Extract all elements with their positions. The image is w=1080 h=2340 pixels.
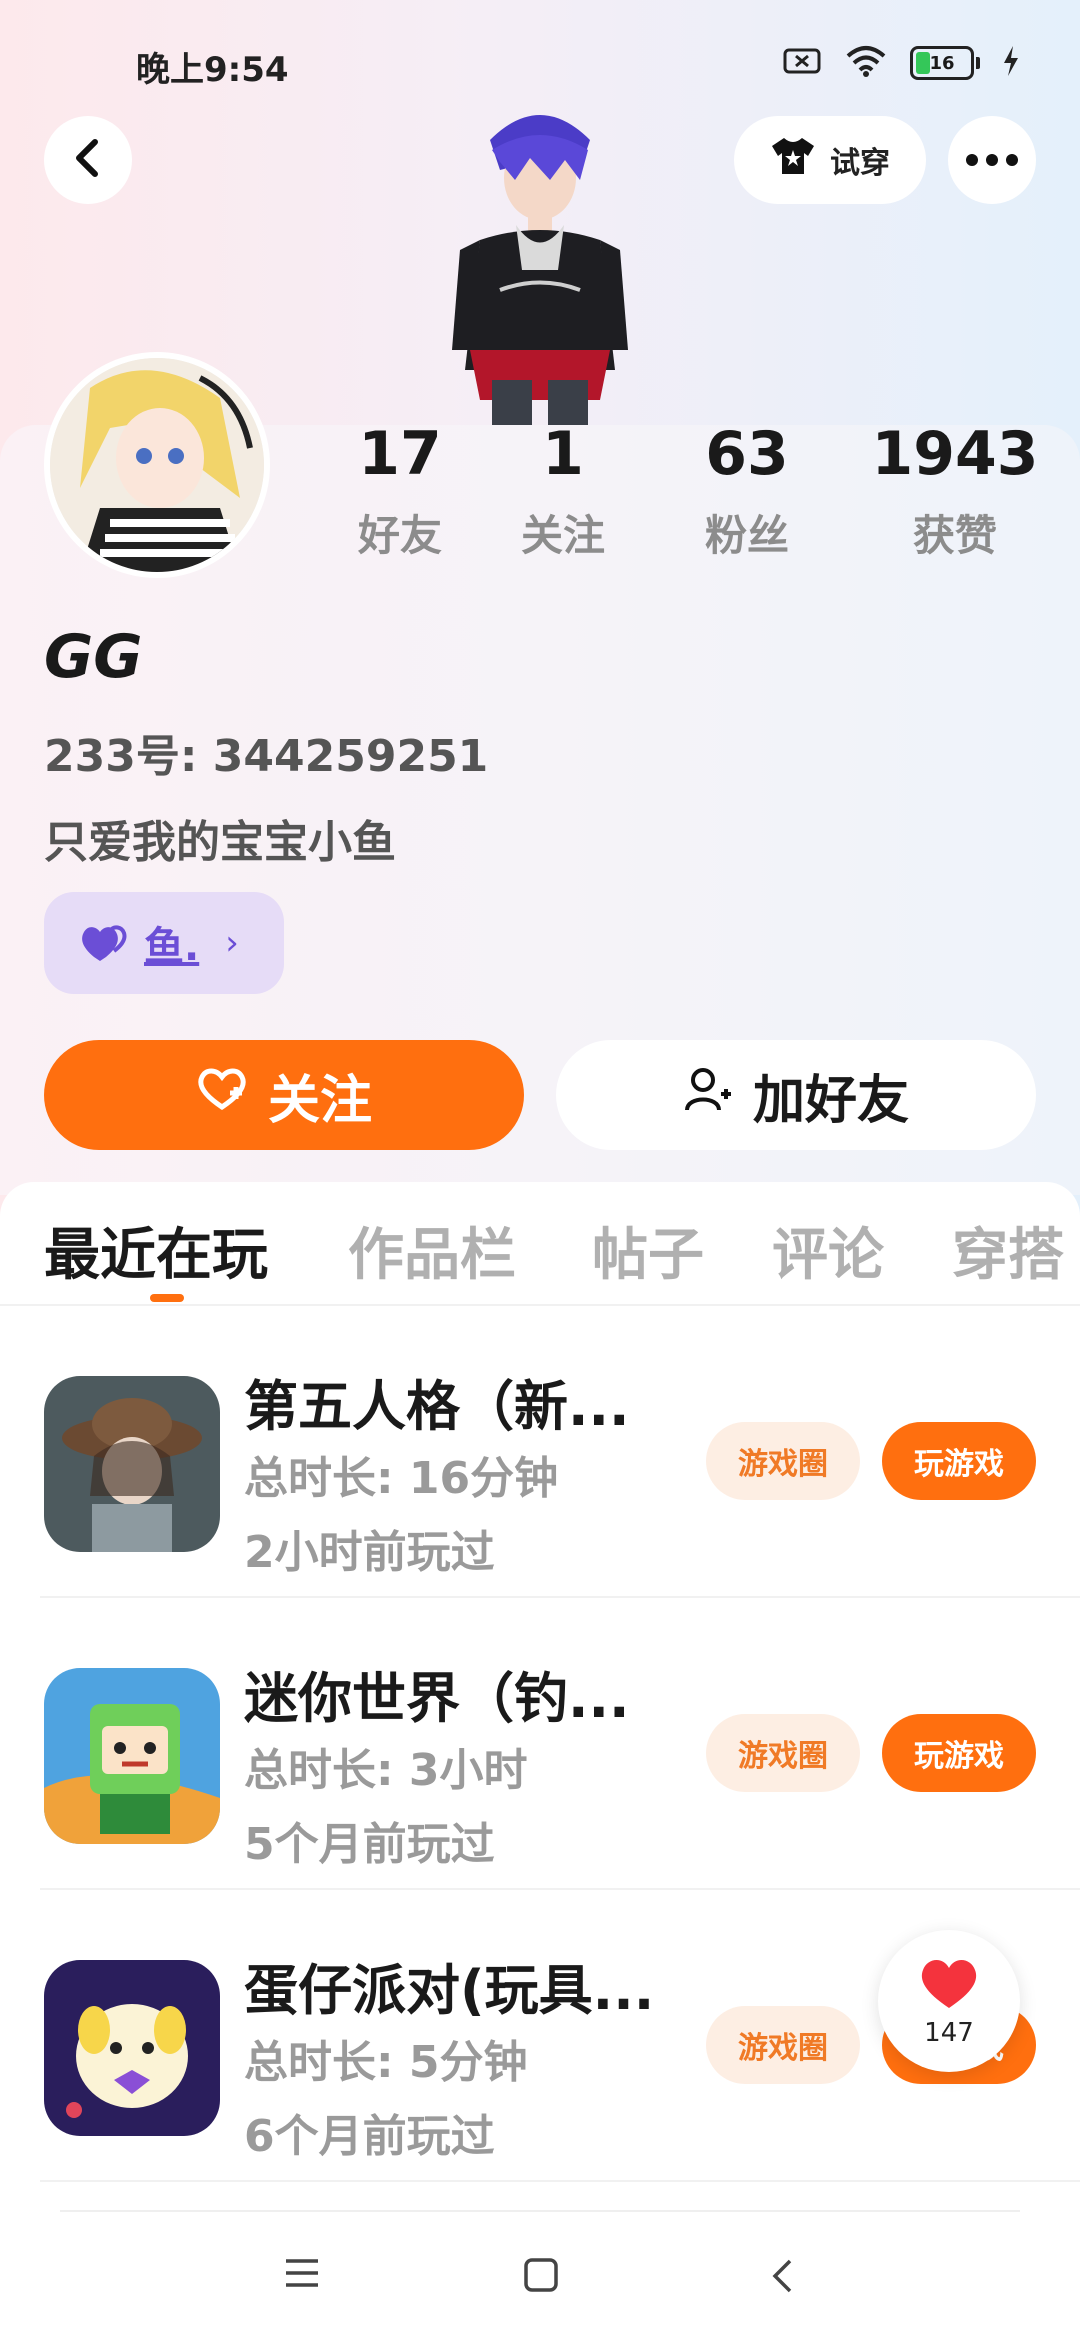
menu-icon[interactable] bbox=[284, 2258, 320, 2292]
system-nav-bar bbox=[0, 2200, 1080, 2340]
stat-value: 17 bbox=[358, 419, 442, 489]
game-last-played: 6个月前玩过 bbox=[244, 2111, 495, 2162]
character-figure bbox=[430, 100, 650, 430]
game-circle-button[interactable]: 游戏圈 bbox=[706, 1714, 860, 1792]
play-game-button[interactable]: 玩游戏 bbox=[882, 1714, 1036, 1792]
game-circle-button[interactable]: 游戏圈 bbox=[706, 2006, 860, 2084]
user-id: 233号: 344259251 bbox=[44, 731, 489, 782]
stat-fans[interactable]: 63 粉丝 bbox=[682, 418, 812, 563]
battery-level: 16 bbox=[929, 52, 955, 74]
tab-recent-played[interactable]: 最近在玩 bbox=[44, 1210, 268, 1291]
avatar[interactable] bbox=[44, 352, 270, 578]
try-on-label: 试穿 bbox=[830, 146, 890, 181]
more-button[interactable] bbox=[948, 116, 1036, 204]
game-duration: 总时长: 5分钟 bbox=[244, 2037, 528, 2088]
like-float-button[interactable]: 147 bbox=[878, 1930, 1020, 2072]
more-dots-icon bbox=[966, 151, 1018, 170]
game-duration: 总时长: 16分钟 bbox=[244, 1453, 559, 1504]
sim-off-icon bbox=[782, 46, 822, 80]
game-icon[interactable] bbox=[44, 1960, 220, 2136]
game-icon[interactable] bbox=[44, 1668, 220, 1844]
heart-pair-icon bbox=[80, 921, 128, 965]
stat-likes[interactable]: 1943 获赞 bbox=[870, 418, 1040, 563]
heart-icon bbox=[917, 1954, 981, 2016]
heart-plus-icon bbox=[196, 1065, 248, 1126]
stat-label: 好友 bbox=[357, 511, 442, 560]
try-on-button[interactable]: 试穿 bbox=[734, 116, 926, 204]
game-circle-button[interactable]: 游戏圈 bbox=[706, 1422, 860, 1500]
follow-button[interactable]: 关注 bbox=[44, 1040, 524, 1150]
home-square-icon[interactable] bbox=[524, 2258, 558, 2296]
game-title: 蛋仔派对(玩具... bbox=[244, 1959, 655, 2022]
stat-label: 获赞 bbox=[912, 511, 997, 560]
game-title: 第五人格（新... bbox=[244, 1375, 630, 1438]
chevron-right-icon: › bbox=[225, 923, 239, 963]
relationship-tag[interactable]: 鱼. › bbox=[44, 892, 284, 994]
game-row[interactable]: 第五人格（新... 总时长: 16分钟 2小时前玩过 游戏圈 玩游戏 bbox=[0, 1306, 1080, 1598]
game-last-played: 2小时前玩过 bbox=[244, 1527, 495, 1578]
nav-divider bbox=[60, 2210, 1020, 2212]
row-divider bbox=[40, 2180, 1080, 2182]
back-button[interactable] bbox=[44, 116, 132, 204]
game-duration: 总时长: 3小时 bbox=[244, 1745, 528, 1796]
content-sheet: 最近在玩 作品栏 帖子 评论 穿搭 第五人格（新... 总时长: 16分钟 2小… bbox=[0, 1182, 1080, 2340]
add-user-icon bbox=[683, 1064, 733, 1127]
follow-label: 关注 bbox=[267, 1070, 372, 1131]
game-icon[interactable] bbox=[44, 1376, 220, 1552]
stat-value: 63 bbox=[705, 419, 789, 489]
wifi-icon bbox=[844, 44, 888, 82]
charging-icon bbox=[1002, 46, 1020, 80]
username: GG bbox=[44, 622, 143, 692]
tab-indicator bbox=[150, 1294, 184, 1302]
user-bio: 只爱我的宝宝小鱼 bbox=[44, 817, 396, 868]
add-friend-label: 加好友 bbox=[752, 1070, 909, 1131]
tab-posts[interactable]: 帖子 bbox=[592, 1210, 704, 1291]
relationship-tag-label: 鱼. bbox=[144, 924, 200, 970]
back-arrow-icon bbox=[71, 138, 105, 182]
status-icons: 16 bbox=[782, 44, 1020, 82]
stat-label: 粉丝 bbox=[704, 511, 789, 560]
status-time: 晚上9:54 bbox=[136, 50, 289, 90]
game-last-played: 5个月前玩过 bbox=[244, 1819, 495, 1870]
tab-bar: 最近在玩 作品栏 帖子 评论 穿搭 bbox=[0, 1210, 1080, 1306]
game-title: 迷你世界（钓... bbox=[244, 1667, 630, 1730]
like-count: 147 bbox=[924, 2018, 974, 2048]
tab-comments[interactable]: 评论 bbox=[772, 1210, 884, 1291]
add-friend-button[interactable]: 加好友 bbox=[556, 1040, 1036, 1150]
stat-friends[interactable]: 17 好友 bbox=[330, 418, 470, 563]
tab-works[interactable]: 作品栏 bbox=[348, 1210, 516, 1291]
stat-value: 1943 bbox=[871, 419, 1039, 489]
back-nav-icon[interactable] bbox=[770, 2258, 794, 2298]
play-game-button[interactable]: 玩游戏 bbox=[882, 1422, 1036, 1500]
stats-row: 17 好友 1 关注 63 粉丝 1943 获赞 bbox=[330, 418, 1050, 568]
battery-icon: 16 bbox=[910, 46, 980, 80]
stat-value: 1 bbox=[542, 419, 584, 489]
stat-following[interactable]: 1 关注 bbox=[498, 418, 628, 563]
game-row[interactable]: 迷你世界（钓... 总时长: 3小时 5个月前玩过 游戏圈 玩游戏 bbox=[0, 1598, 1080, 1890]
tshirt-icon bbox=[770, 136, 816, 184]
tab-outfits[interactable]: 穿搭 bbox=[952, 1210, 1064, 1291]
stat-label: 关注 bbox=[520, 511, 605, 560]
